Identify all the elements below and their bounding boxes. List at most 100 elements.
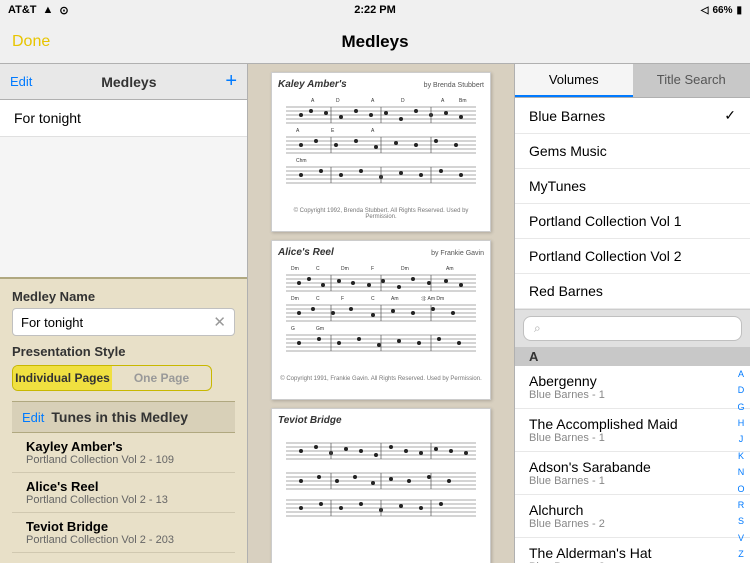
medley-name-label: Medley Name bbox=[12, 289, 235, 304]
volume-item-gems-music[interactable]: Gems Music bbox=[515, 134, 750, 169]
alpha-j[interactable]: J bbox=[734, 435, 748, 444]
detail-panel: Medley Name ✕ Presentation Style Individ… bbox=[0, 277, 247, 563]
volume-checkmark-icon: ✓ bbox=[724, 107, 736, 124]
medley-name-input[interactable] bbox=[21, 315, 213, 330]
tune-sub: Portland Collection Vol 2 - 13 bbox=[26, 494, 221, 506]
alpha-k[interactable]: K bbox=[734, 452, 748, 461]
medley-item-name: For tonight bbox=[14, 110, 81, 126]
song-sub: Blue Barnes - 1 bbox=[529, 475, 736, 487]
list-item[interactable]: For tonight bbox=[0, 100, 247, 137]
svg-text:G: G bbox=[291, 326, 295, 332]
medleys-panel-header: Edit Medleys + bbox=[0, 64, 247, 100]
alpha-n[interactable]: N bbox=[734, 468, 748, 477]
alpha-g[interactable]: G bbox=[734, 403, 748, 412]
svg-text:A: A bbox=[371, 98, 375, 104]
done-button[interactable]: Done bbox=[12, 33, 50, 51]
alpha-z[interactable]: Z bbox=[734, 550, 748, 559]
alpha-o[interactable]: O bbox=[734, 485, 748, 494]
sheet-copyright-2: © Copyright 1991, Frankie Gavin. All Rig… bbox=[278, 376, 484, 382]
list-item[interactable]: The Accomplished Maid Blue Barnes - 1 bbox=[515, 409, 750, 452]
volume-name: MyTunes bbox=[529, 178, 586, 194]
svg-text:C: C bbox=[371, 296, 375, 302]
song-sub: Blue Barnes - 1 bbox=[529, 389, 736, 401]
svg-text:Dm: Dm bbox=[291, 296, 299, 302]
tab-volumes[interactable]: Volumes bbox=[515, 64, 633, 97]
svg-text:C: C bbox=[316, 296, 320, 302]
music-notation-3 bbox=[278, 428, 484, 518]
nav-title: Medleys bbox=[341, 32, 408, 52]
svg-text:F: F bbox=[371, 266, 374, 272]
alpha-d[interactable]: D bbox=[734, 386, 748, 395]
song-name: Alchurch bbox=[529, 502, 736, 518]
volume-item-blue-barnes[interactable]: Blue Barnes ✓ bbox=[515, 98, 750, 134]
alpha-a[interactable]: A bbox=[734, 370, 748, 379]
list-item[interactable]: The Alderman's Hat Blue Barnes - 2 bbox=[515, 538, 750, 563]
nav-bar: Done Medleys bbox=[0, 20, 750, 64]
medleys-header-title: Medleys bbox=[32, 74, 225, 90]
alpha-h[interactable]: H bbox=[734, 419, 748, 428]
medleys-edit-button[interactable]: Edit bbox=[10, 74, 32, 89]
svg-text:C: C bbox=[316, 266, 320, 272]
alpha-r[interactable]: R bbox=[734, 501, 748, 510]
carrier-label: AT&T bbox=[8, 4, 37, 17]
list-item[interactable]: Adson's Sarabande Blue Barnes - 1 bbox=[515, 452, 750, 495]
svg-text:D: D bbox=[401, 98, 405, 104]
sheet-author-1: by Brenda Stubbert bbox=[424, 82, 484, 89]
svg-text:Bm: Bm bbox=[459, 98, 467, 104]
volume-item-red-barnes[interactable]: Red Barnes bbox=[515, 274, 750, 309]
tune-name: Kayley Amber's bbox=[26, 439, 221, 454]
alpha-v[interactable]: V bbox=[734, 534, 748, 543]
volume-item-portland2[interactable]: Portland Collection Vol 2 bbox=[515, 239, 750, 274]
song-sub: Blue Barnes - 1 bbox=[529, 432, 736, 444]
main-layout: Edit Medleys + For tonight Medley Name ✕… bbox=[0, 64, 750, 563]
search-icon: ⌕ bbox=[534, 321, 541, 336]
sheet-author-2: by Frankie Gavin bbox=[431, 250, 484, 257]
song-sub: Blue Barnes - 2 bbox=[529, 518, 736, 530]
tune-sub: Portland Collection Vol 2 - 109 bbox=[26, 454, 221, 466]
song-name: The Alderman's Hat bbox=[529, 545, 736, 561]
svg-text::||: Am Dm: :||: Am Dm bbox=[421, 296, 444, 302]
volume-name: Gems Music bbox=[529, 143, 607, 159]
svg-text:A: A bbox=[371, 128, 375, 134]
svg-text:A: A bbox=[311, 98, 315, 104]
svg-text:F: F bbox=[341, 296, 344, 302]
song-name: Abergenny bbox=[529, 373, 736, 389]
svg-text:A: A bbox=[296, 128, 300, 134]
svg-text:Am: Am bbox=[391, 296, 399, 302]
alpha-s[interactable]: S bbox=[734, 517, 748, 526]
svg-text:D: D bbox=[336, 98, 340, 104]
signal-icon: ▲ bbox=[43, 4, 54, 17]
list-item[interactable]: Alchurch Blue Barnes - 2 bbox=[515, 495, 750, 538]
sheet-page-2: Alice's Reel by Frankie Gavin bbox=[271, 240, 491, 400]
tune-sub: Portland Collection Vol 2 - 203 bbox=[26, 534, 221, 546]
tab-title-search[interactable]: Title Search bbox=[633, 64, 750, 97]
seg-one-page[interactable]: One Page bbox=[112, 366, 211, 390]
clear-input-icon[interactable]: ✕ bbox=[213, 313, 226, 331]
presentation-style-segcontrol: Individual Pages One Page bbox=[12, 365, 212, 391]
song-list-section-header: A bbox=[515, 347, 750, 366]
tunes-edit-button[interactable]: Edit bbox=[22, 410, 44, 425]
song-list: Abergenny Blue Barnes - 1 The Accomplish… bbox=[515, 366, 750, 563]
list-item[interactable]: Abergenny Blue Barnes - 1 bbox=[515, 366, 750, 409]
status-time: 2:22 PM bbox=[354, 4, 396, 16]
list-item[interactable]: Teviot Bridge Portland Collection Vol 2 … bbox=[12, 513, 235, 553]
search-input[interactable] bbox=[545, 321, 731, 336]
volume-name: Portland Collection Vol 2 bbox=[529, 248, 682, 264]
volume-name: Red Barnes bbox=[529, 283, 603, 299]
svg-text:Dm: Dm bbox=[291, 266, 299, 272]
list-item[interactable]: Alice's Reel Portland Collection Vol 2 -… bbox=[12, 473, 235, 513]
music-notation-2: Dm C Dm F Dm Am Dm C F C Am :||: Am Dm G… bbox=[278, 260, 484, 370]
center-panel: Kaley Amber's by Brenda Stubbert bbox=[248, 64, 514, 563]
list-item[interactable]: Kayley Amber's Portland Collection Vol 2… bbox=[12, 433, 235, 473]
location-icon: ◁ bbox=[701, 5, 709, 16]
volume-name: Blue Barnes bbox=[529, 108, 605, 124]
medleys-add-button[interactable]: + bbox=[225, 70, 237, 93]
sheet-title-1: Kaley Amber's bbox=[278, 79, 347, 90]
svg-text:Dm: Dm bbox=[401, 266, 409, 272]
sheet-title-2: Alice's Reel bbox=[278, 247, 334, 258]
volume-item-portland1[interactable]: Portland Collection Vol 1 bbox=[515, 204, 750, 239]
presentation-style-label: Presentation Style bbox=[12, 344, 235, 359]
volume-item-mytunes[interactable]: MyTunes bbox=[515, 169, 750, 204]
volume-name: Portland Collection Vol 1 bbox=[529, 213, 682, 229]
seg-individual-pages[interactable]: Individual Pages bbox=[13, 366, 112, 390]
